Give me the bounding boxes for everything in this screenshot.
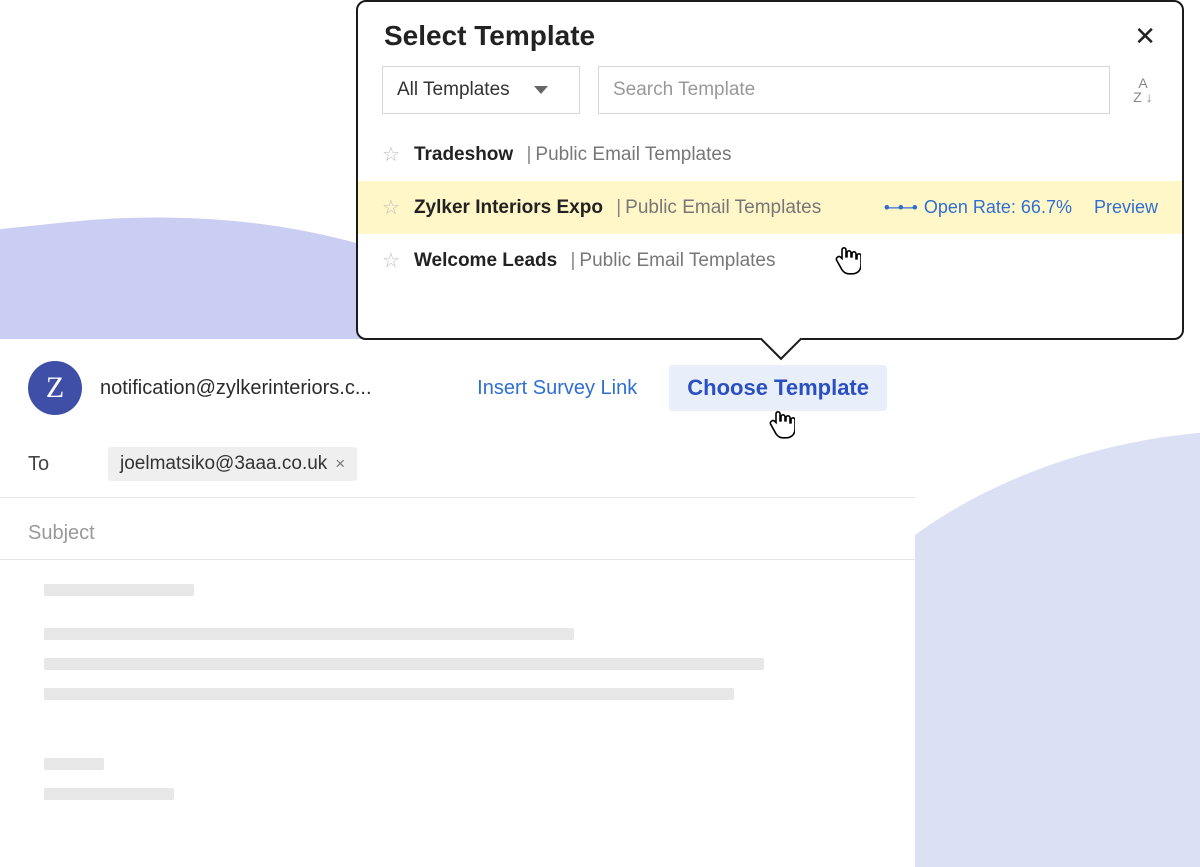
template-name: Welcome Leads (414, 250, 557, 272)
search-template-input[interactable]: Search Template (598, 66, 1110, 114)
recipient-email: joelmatsiko@3aaa.co.uk (120, 453, 327, 475)
star-icon[interactable]: ☆ (382, 248, 400, 273)
recipient-chip[interactable]: joelmatsiko@3aaa.co.uk × (108, 447, 357, 481)
template-row[interactable]: ☆ Tradeshow | Public Email Templates (358, 128, 1182, 181)
choose-template-button[interactable]: Choose Template (669, 365, 887, 411)
email-body[interactable] (0, 560, 915, 842)
separator: | (521, 144, 531, 166)
select-template-popover: Select Template ✕ All Templates Search T… (356, 0, 1184, 340)
close-icon[interactable]: ✕ (1134, 23, 1156, 49)
popover-title: Select Template (384, 20, 595, 52)
compose-panel: Z notification@zylkerinteriors.c... Inse… (0, 339, 915, 867)
template-filter-label: All Templates (397, 79, 510, 101)
remove-recipient-icon[interactable]: × (335, 454, 345, 474)
to-label: To (28, 453, 68, 476)
subject-row[interactable]: Subject (0, 498, 915, 560)
star-icon[interactable]: ☆ (382, 195, 400, 220)
template-row[interactable]: ☆ Zylker Interiors Expo | Public Email T… (358, 181, 1182, 234)
insert-survey-link[interactable]: Insert Survey Link (463, 369, 651, 408)
template-folder: Public Email Templates (579, 250, 775, 272)
template-name: Zylker Interiors Expo (414, 197, 603, 219)
avatar: Z (28, 361, 82, 415)
template-row[interactable]: ☆ Welcome Leads | Public Email Templates (358, 234, 1182, 287)
subject-input[interactable]: Subject (28, 522, 887, 545)
search-placeholder: Search Template (613, 79, 755, 101)
separator: | (611, 197, 621, 219)
template-folder: Public Email Templates (535, 144, 731, 166)
analytics-icon: •─•─• (884, 198, 916, 218)
sort-alpha-button[interactable]: A Z ↓ (1128, 66, 1158, 114)
template-folder: Public Email Templates (625, 197, 821, 219)
star-icon[interactable]: ☆ (382, 142, 400, 167)
preview-link[interactable]: Preview (1094, 197, 1158, 218)
template-name: Tradeshow (414, 144, 513, 166)
chevron-down-icon (534, 86, 548, 94)
template-filter-dropdown[interactable]: All Templates (382, 66, 580, 114)
template-list: ☆ Tradeshow | Public Email Templates ☆ Z… (358, 128, 1182, 287)
separator: | (565, 250, 575, 272)
to-row: To joelmatsiko@3aaa.co.uk × (0, 423, 915, 498)
from-email: notification@zylkerinteriors.c... (100, 377, 372, 400)
open-rate: Open Rate: 66.7% (924, 197, 1072, 218)
